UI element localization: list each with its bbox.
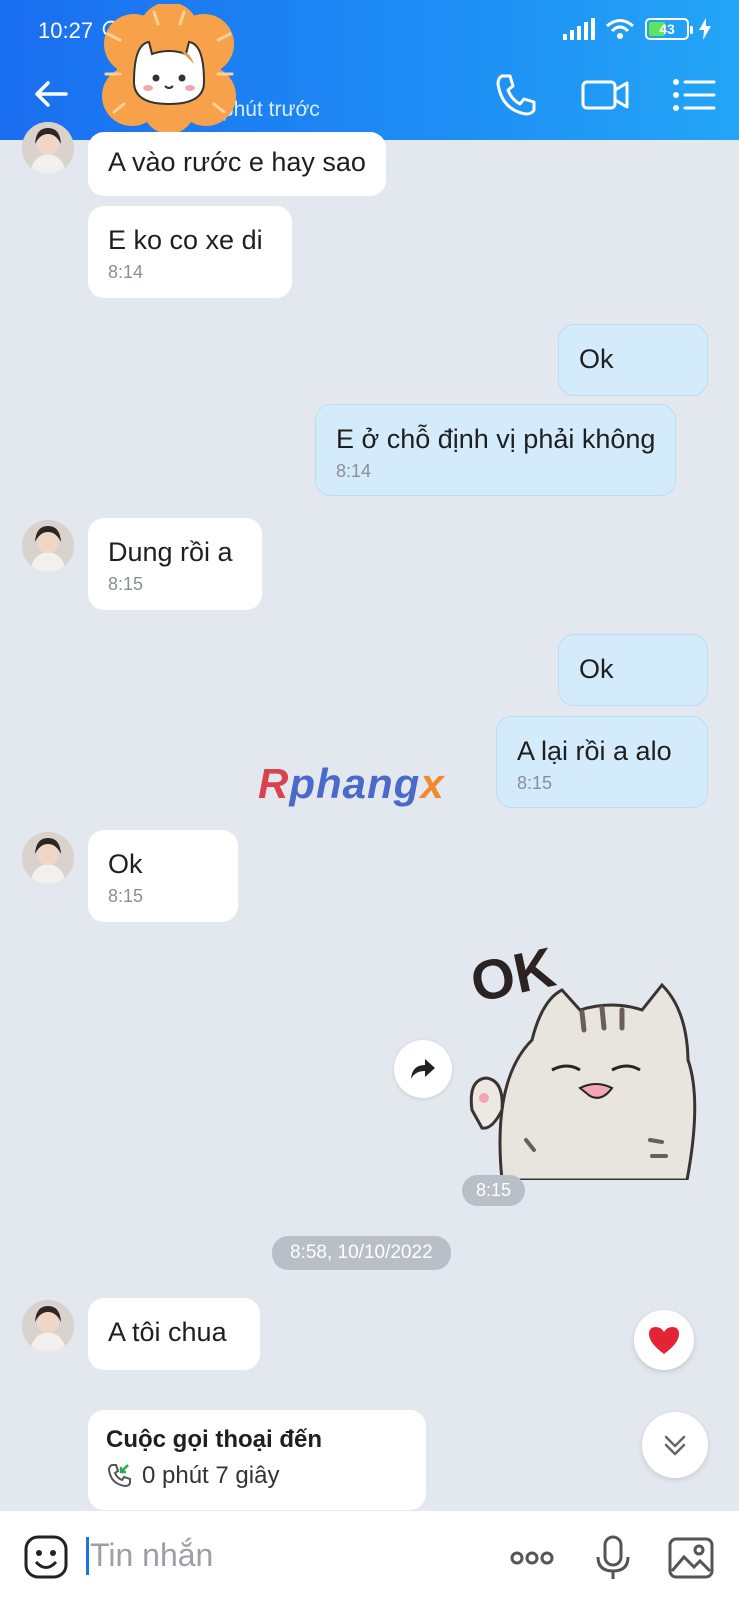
react-heart-button[interactable] <box>634 1310 694 1370</box>
watermark: Rphangx <box>258 760 445 807</box>
contact-avatar[interactable] <box>22 832 74 884</box>
message-text: Ok <box>108 849 143 879</box>
incoming-call-icon <box>107 1464 131 1488</box>
menu-list-icon[interactable] <box>668 68 722 122</box>
header-bar: 10:27 43 Truy cập 12 phút trước <box>0 0 739 140</box>
forward-button[interactable] <box>394 1040 452 1098</box>
microphone-icon[interactable] <box>588 1533 638 1583</box>
message-bubble-incoming[interactable]: Dung rồi a 8:15 <box>88 518 262 610</box>
message-bubble-outgoing[interactable]: A lại rồi a alo 8:15 <box>496 716 708 808</box>
message-text: Dung rồi a <box>108 537 233 567</box>
sticker-time: 8:15 <box>462 1175 526 1206</box>
message-bubble-outgoing[interactable]: Ok <box>558 324 708 396</box>
text-caret <box>86 1537 89 1575</box>
wifi-icon <box>606 19 634 39</box>
contact-avatar[interactable] <box>22 122 74 174</box>
date-separator: 8:58, 10/10/2022 <box>272 1236 451 1270</box>
chat-area[interactable]: A vào rước e hay sao E ko co xe di 8:14 … <box>0 122 739 1510</box>
call-duration-row: 0 phút 7 giây <box>106 1462 408 1490</box>
emoji-sticker-icon[interactable] <box>22 1533 70 1581</box>
heart-icon <box>649 1327 679 1354</box>
message-bubble-outgoing[interactable]: Ok <box>558 634 708 706</box>
ok-cat-sticker[interactable]: OK <box>462 930 710 1180</box>
message-text: E ở chỗ định vị phải không <box>336 424 656 454</box>
contact-avatar[interactable] <box>22 1300 74 1352</box>
chevron-double-down-icon <box>664 1435 686 1456</box>
message-time: 8:15 <box>108 574 144 594</box>
message-text: Ok <box>579 344 614 374</box>
message-input-bar <box>0 1510 739 1600</box>
message-bubble-incoming[interactable]: A tôi chua <box>88 1298 260 1370</box>
scroll-to-bottom-button[interactable] <box>642 1412 708 1478</box>
incoming-call-card[interactable]: Cuộc gọi thoại đến 0 phút 7 giây <box>88 1410 426 1510</box>
signal-icon <box>563 18 595 40</box>
sticker-text: OK <box>465 935 560 1014</box>
voice-call-icon[interactable] <box>488 68 542 122</box>
message-time: 8:14 <box>336 461 372 481</box>
status-icons: 43 <box>563 18 711 40</box>
charging-icon <box>699 18 711 40</box>
message-bubble-incoming[interactable]: E ko co xe di 8:14 <box>88 206 292 298</box>
message-bubble-outgoing[interactable]: E ở chỗ định vị phải không 8:14 <box>315 404 677 496</box>
message-time: 8:14 <box>108 262 144 282</box>
call-title: Cuộc gọi thoại đến <box>106 1426 322 1453</box>
message-time: 8:15 <box>517 773 553 793</box>
message-text: E ko co xe di <box>108 225 263 255</box>
message-text: A lại rồi a alo <box>517 736 672 766</box>
forward-arrow-icon <box>411 1059 435 1079</box>
contact-avatar[interactable] <box>22 520 74 572</box>
call-duration: 0 phút 7 giây <box>142 1462 280 1489</box>
message-text: Ok <box>579 654 614 684</box>
cat-avatar-sticker <box>102 4 236 134</box>
message-bubble-incoming[interactable]: Ok 8:15 <box>88 830 238 922</box>
back-arrow-icon[interactable] <box>30 72 74 116</box>
message-text: A tôi chua <box>108 1317 227 1347</box>
message-bubble-incoming[interactable]: A vào rước e hay sao <box>88 132 386 196</box>
video-call-icon[interactable] <box>578 68 632 122</box>
message-time: 8:15 <box>108 886 144 906</box>
battery-level: 43 <box>659 21 675 37</box>
message-input[interactable] <box>90 1531 470 1579</box>
status-time: 10:27 <box>38 18 94 43</box>
message-text: A vào rước e hay sao <box>108 147 366 177</box>
image-gallery-icon[interactable] <box>666 1533 716 1583</box>
battery-icon: 43 <box>645 18 693 40</box>
more-options-icon[interactable] <box>507 1533 557 1583</box>
